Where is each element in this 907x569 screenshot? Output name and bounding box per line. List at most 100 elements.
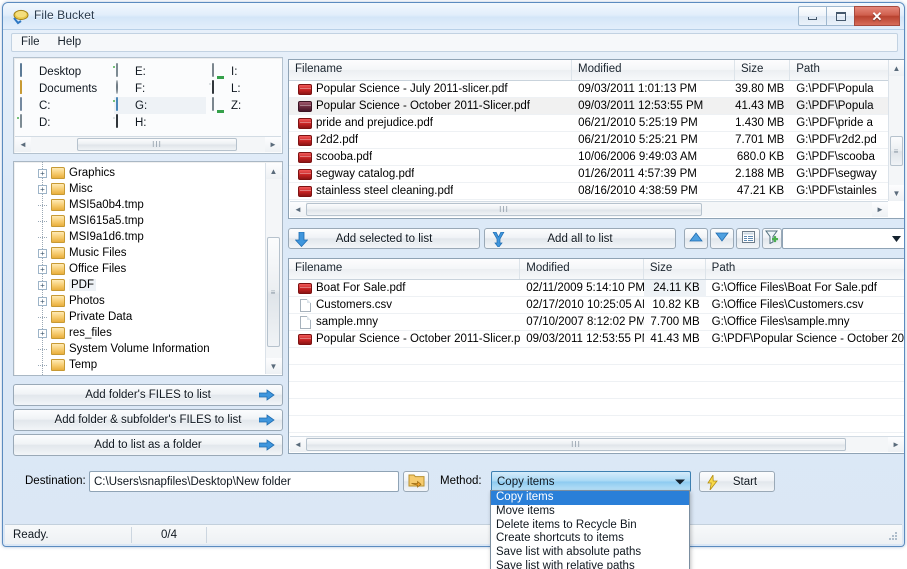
scroll-up-icon[interactable]: ▲ bbox=[888, 60, 904, 76]
tree-item[interactable]: + res_files bbox=[14, 325, 282, 341]
table-row[interactable]: r2d2.pdf 06/21/2010 5:25:21 PM 7.701 MB G:\… bbox=[289, 132, 904, 149]
bucket-list-horizontal-scrollbar[interactable]: ◄ III ► bbox=[290, 436, 904, 452]
scroll-right-icon[interactable]: ► bbox=[872, 202, 888, 217]
browse-destination-button[interactable] bbox=[403, 471, 429, 492]
scroll-right-icon[interactable]: ► bbox=[265, 137, 281, 152]
move-down-button[interactable] bbox=[710, 228, 734, 249]
table-row[interactable]: Boat For Sale.pdf 02/11/2009 5:14:10 PM 24… bbox=[289, 280, 904, 297]
tree-expander-icon[interactable]: + bbox=[38, 168, 47, 178]
table-row[interactable]: Popular Science - October 2011-Slicer.pd… bbox=[289, 98, 904, 115]
add-all-to-list-button[interactable]: Add all to list bbox=[484, 228, 676, 249]
column-header[interactable]: Size bbox=[644, 259, 706, 279]
drive-item-e[interactable]: E: bbox=[114, 63, 206, 80]
scroll-track[interactable]: ≡ bbox=[265, 179, 282, 358]
browse-list-header[interactable]: Filename Modified Size Path bbox=[289, 60, 904, 81]
tree-item[interactable]: + Graphics bbox=[14, 165, 282, 181]
drive-item-documents[interactable]: Documents bbox=[18, 80, 110, 97]
tree-vertical-scrollbar[interactable]: ▲ ≡ ▼ bbox=[265, 163, 282, 374]
scroll-track[interactable]: ≡ bbox=[888, 76, 904, 185]
method-option[interactable]: Copy items bbox=[491, 491, 689, 505]
browse-list-horizontal-scrollbar[interactable]: ◄ III ► bbox=[290, 201, 888, 217]
filter-combo[interactable] bbox=[782, 228, 904, 249]
add-folder-files-button[interactable]: Add folder's FILES to list bbox=[13, 384, 283, 406]
table-row[interactable]: sample.mny 07/10/2007 8:12:02 PM 7.700 MB G… bbox=[289, 314, 904, 331]
table-row[interactable]: scooba.pdf 10/06/2006 9:49:03 AM 680.0 KB G… bbox=[289, 149, 904, 166]
drive-item-z[interactable]: Z: bbox=[210, 97, 280, 114]
scroll-left-icon[interactable]: ◄ bbox=[290, 437, 306, 452]
table-row[interactable]: stainless steel cleaning.pdf 08/16/2010 4… bbox=[289, 183, 904, 200]
method-option[interactable]: Save list with relative paths bbox=[491, 560, 689, 569]
folder-tree[interactable]: + Graphics + Misc MSI5a0b4.tmp MSI615a5.tmp MS… bbox=[14, 162, 282, 375]
tree-item[interactable]: + Office Files bbox=[14, 261, 282, 277]
scroll-thumb[interactable]: III bbox=[306, 438, 846, 451]
column-header[interactable]: Path bbox=[706, 259, 904, 279]
tree-item[interactable]: MSI9a1d6.tmp bbox=[14, 229, 282, 245]
browse-list-vertical-scrollbar[interactable]: ▲ ≡ ▼ bbox=[888, 60, 904, 201]
drive-item-desktop[interactable]: Desktop bbox=[18, 63, 110, 80]
tree-item[interactable]: + Music Files bbox=[14, 245, 282, 261]
scroll-track[interactable]: III bbox=[306, 202, 872, 217]
scroll-track[interactable]: III bbox=[31, 137, 265, 152]
drive-item-g[interactable]: G: bbox=[114, 97, 206, 114]
menu-help[interactable]: Help bbox=[49, 34, 91, 51]
bucket-list-body[interactable]: Boat For Sale.pdf 02/11/2009 5:14:10 PM 24… bbox=[289, 280, 904, 453]
drive-item-f[interactable]: F: bbox=[114, 80, 206, 97]
scroll-left-icon[interactable]: ◄ bbox=[15, 137, 31, 152]
method-option[interactable]: Save list with absolute paths bbox=[491, 546, 689, 560]
table-row[interactable]: Customers.csv 02/17/2010 10:25:05 AM 10.82… bbox=[289, 297, 904, 314]
drive-item-l[interactable]: L: bbox=[210, 80, 280, 97]
tree-expander-icon[interactable]: + bbox=[38, 296, 47, 306]
chevron-down-icon[interactable] bbox=[889, 232, 903, 246]
tree-expander-icon[interactable]: + bbox=[38, 264, 47, 274]
browse-list-body[interactable]: Popular Science - July 2011-slicer.pdf 09… bbox=[289, 81, 904, 218]
close-button[interactable]: ✕ bbox=[854, 6, 900, 26]
drive-item-i[interactable]: I: bbox=[210, 63, 280, 80]
destination-input[interactable] bbox=[89, 471, 399, 492]
browse-file-list[interactable]: Filename Modified Size Path Popular Science… bbox=[288, 59, 904, 219]
method-option[interactable]: Create shortcuts to items bbox=[491, 532, 689, 546]
tree-item[interactable]: System Volume Information bbox=[14, 341, 282, 357]
table-row[interactable]: segway catalog.pdf 01/26/2011 4:57:39 PM 2… bbox=[289, 166, 904, 183]
scroll-down-icon[interactable]: ▼ bbox=[265, 358, 282, 374]
column-header[interactable]: Modified bbox=[520, 259, 644, 279]
scroll-left-icon[interactable]: ◄ bbox=[290, 202, 306, 217]
table-row[interactable]: Popular Science - July 2011-slicer.pdf 09… bbox=[289, 81, 904, 98]
maximize-button[interactable] bbox=[826, 6, 855, 26]
tree-item[interactable]: + Photos bbox=[14, 293, 282, 309]
tree-item[interactable]: + PDF bbox=[14, 277, 282, 293]
bucket-file-list[interactable]: Filename Modified Size Path Boat For Sale.p… bbox=[288, 258, 904, 454]
tree-expander-icon[interactable]: + bbox=[38, 184, 47, 194]
tree-expander-icon[interactable]: + bbox=[38, 280, 47, 290]
add-folder-and-subfolder-files-button[interactable]: Add folder & subfolder's FILES to list bbox=[13, 409, 283, 431]
drive-item-c[interactable]: C: bbox=[18, 97, 110, 114]
scroll-down-icon[interactable]: ▼ bbox=[888, 185, 904, 201]
tree-item[interactable]: + Misc bbox=[14, 181, 282, 197]
tree-item[interactable]: MSI5a0b4.tmp bbox=[14, 197, 282, 213]
chevron-down-icon[interactable] bbox=[675, 479, 685, 484]
add-filter-button[interactable] bbox=[762, 228, 782, 249]
column-header[interactable]: Modified bbox=[572, 60, 736, 80]
scroll-thumb[interactable]: ≡ bbox=[266, 237, 280, 347]
tree-item[interactable]: Temp bbox=[14, 357, 282, 373]
method-combobox[interactable]: Copy items bbox=[491, 471, 691, 492]
tree-item[interactable]: MSI615a5.tmp bbox=[14, 213, 282, 229]
scroll-thumb[interactable]: ≡ bbox=[889, 136, 903, 166]
drive-item-h[interactable]: H: bbox=[114, 114, 206, 131]
method-dropdown-list[interactable]: Copy items Move items Delete items to Recy… bbox=[490, 490, 690, 569]
method-option[interactable]: Move items bbox=[491, 505, 689, 519]
drive-item-d[interactable]: D: bbox=[18, 114, 110, 131]
scroll-thumb[interactable]: III bbox=[306, 203, 702, 216]
details-view-button[interactable] bbox=[736, 228, 760, 249]
drives-horizontal-scrollbar[interactable]: ◄ III ► bbox=[15, 136, 281, 152]
resize-grip[interactable] bbox=[887, 530, 899, 542]
scroll-track[interactable]: III bbox=[306, 437, 888, 452]
add-selected-to-list-button[interactable]: Add selected to list bbox=[288, 228, 480, 249]
start-button[interactable]: Start bbox=[699, 471, 775, 492]
tree-expander-icon[interactable]: + bbox=[38, 248, 47, 258]
scroll-thumb[interactable]: III bbox=[77, 138, 237, 151]
minimize-button[interactable] bbox=[798, 6, 827, 26]
move-up-button[interactable] bbox=[684, 228, 708, 249]
add-to-list-as-folder-button[interactable]: Add to list as a folder bbox=[13, 434, 283, 456]
column-header[interactable]: Filename bbox=[289, 60, 573, 80]
column-header[interactable]: Filename bbox=[289, 259, 521, 279]
